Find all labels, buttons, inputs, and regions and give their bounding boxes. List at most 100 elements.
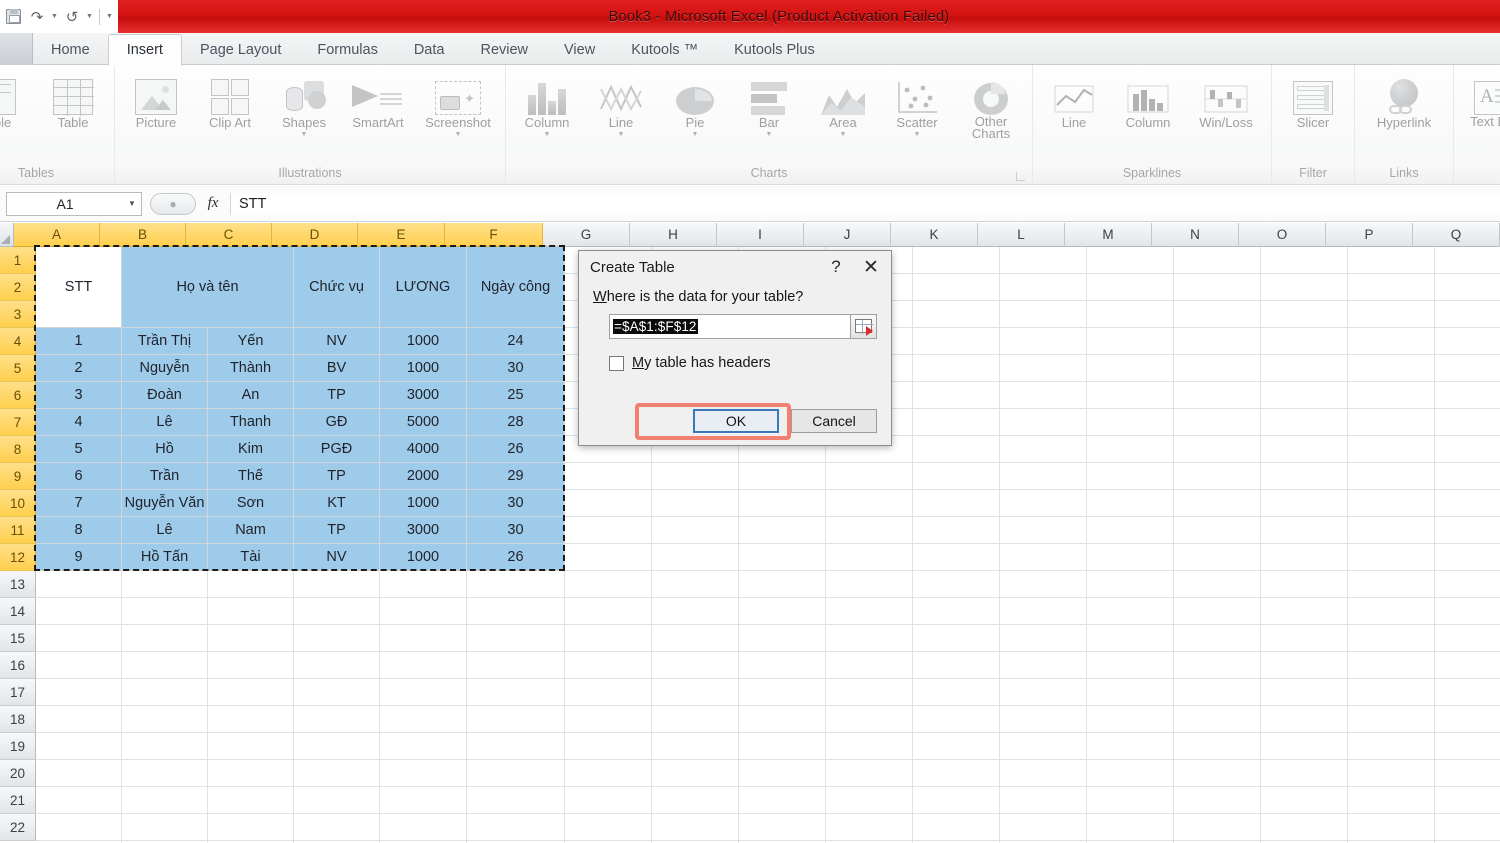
ribbon-button-column-chart[interactable]: Column ▼	[511, 69, 583, 139]
chevron-down-icon[interactable]: ▼	[618, 131, 625, 139]
tab-data[interactable]: Data	[396, 35, 463, 65]
row-header-8[interactable]: 8	[0, 436, 36, 463]
ribbon-button-line-chart[interactable]: Line ▼	[585, 69, 657, 139]
cell-D11[interactable]: TP	[294, 517, 380, 544]
ribbon-button-table[interactable]: Table	[37, 69, 109, 130]
column-header-O[interactable]: O	[1239, 223, 1326, 247]
tab-review[interactable]: Review	[462, 35, 546, 65]
cell-D10[interactable]: KT	[294, 490, 380, 517]
cell-E7[interactable]: 5000	[380, 409, 467, 436]
column-header-B[interactable]: B	[100, 223, 186, 247]
cell-A7[interactable]: 4	[36, 409, 122, 436]
cell-B12[interactable]: Hồ Tấn	[122, 544, 208, 571]
cell-D12[interactable]: NV	[294, 544, 380, 571]
cell-C7[interactable]: Thanh	[208, 409, 294, 436]
cell-D6[interactable]: TP	[294, 382, 380, 409]
cell-F7[interactable]: 28	[467, 409, 565, 436]
row-header-14[interactable]: 14	[0, 598, 36, 625]
cell-A4[interactable]: 1	[36, 328, 122, 355]
tab-page-layout[interactable]: Page Layout	[182, 35, 299, 65]
row-header-12[interactable]: 12	[0, 544, 36, 571]
tab-home[interactable]: Home	[33, 35, 108, 65]
ribbon-button-area-chart[interactable]: Area ▼	[807, 69, 879, 139]
tab-insert[interactable]: Insert	[107, 34, 182, 66]
row-header-9[interactable]: 9	[0, 463, 36, 490]
cell-E9[interactable]: 2000	[380, 463, 467, 490]
row-header-15[interactable]: 15	[0, 625, 36, 652]
ribbon-button-screenshot[interactable]: ✦ Screenshot ▼	[416, 69, 500, 139]
ok-button[interactable]: OK	[693, 409, 779, 433]
cell-F4[interactable]: 24	[467, 328, 565, 355]
ribbon-button-sparkline-winloss[interactable]: Win/Loss	[1186, 69, 1266, 130]
name-box[interactable]: A1 ▼	[6, 191, 142, 216]
row-header-21[interactable]: 21	[0, 787, 36, 814]
cell-C11[interactable]: Nam	[208, 517, 294, 544]
row-header-20[interactable]: 20	[0, 760, 36, 787]
ribbon-button-clipart[interactable]: Clip Art	[194, 69, 266, 130]
cell-D4[interactable]: NV	[294, 328, 380, 355]
cell-C8[interactable]: Kim	[208, 436, 294, 463]
customize-qat-icon[interactable]: ▼	[105, 6, 114, 28]
cell-D9[interactable]: TP	[294, 463, 380, 490]
column-header-H[interactable]: H	[630, 223, 717, 247]
column-header-L[interactable]: L	[978, 223, 1065, 247]
cell-F1-ngaycong[interactable]: Ngày công	[467, 247, 565, 328]
range-input[interactable]: =$A$1:$F$12	[609, 314, 851, 339]
chevron-down-icon[interactable]: ▼	[914, 131, 921, 139]
chevron-down-icon[interactable]: ▼	[766, 131, 773, 139]
row-header-2[interactable]: 2	[0, 274, 36, 301]
cell-F6[interactable]: 25	[467, 382, 565, 409]
cell-A11[interactable]: 8	[36, 517, 122, 544]
ribbon-button-sparkline-column[interactable]: Column	[1112, 69, 1184, 130]
range-select-icon[interactable]	[851, 314, 877, 339]
cell-B8[interactable]: Hồ	[122, 436, 208, 463]
cell-E1-luong[interactable]: LƯƠNG	[380, 247, 467, 328]
column-header-F[interactable]: F	[445, 223, 543, 247]
cell-B7[interactable]: Lê	[122, 409, 208, 436]
checkbox-box[interactable]	[609, 355, 624, 371]
column-header-K[interactable]: K	[891, 223, 978, 247]
tab-kutools[interactable]: Kutools ™	[613, 35, 716, 65]
cancel-button[interactable]: Cancel	[791, 409, 877, 433]
file-tab[interactable]	[0, 33, 33, 65]
row-header-6[interactable]: 6	[0, 382, 36, 409]
cell-A6[interactable]: 3	[36, 382, 122, 409]
cell-E8[interactable]: 4000	[380, 436, 467, 463]
column-header-G[interactable]: G	[543, 223, 630, 247]
cell-E11[interactable]: 3000	[380, 517, 467, 544]
cell-D5[interactable]: BV	[294, 355, 380, 382]
chevron-down-icon[interactable]: ▼	[455, 131, 462, 139]
ribbon-button-slicer[interactable]: Slicer	[1277, 69, 1349, 130]
help-icon[interactable]: ?	[821, 257, 851, 277]
row-header-13[interactable]: 13	[0, 571, 36, 598]
tab-view[interactable]: View	[546, 35, 613, 65]
cell-C10[interactable]: Sơn	[208, 490, 294, 517]
cell-B9[interactable]: Trần	[122, 463, 208, 490]
tab-kutools-plus[interactable]: Kutools Plus	[716, 35, 833, 65]
row-header-3[interactable]: 3	[0, 301, 36, 328]
cell-E4[interactable]: 1000	[380, 328, 467, 355]
ribbon-button-scatter-chart[interactable]: Scatter ▼	[881, 69, 953, 139]
cell-F10[interactable]: 30	[467, 490, 565, 517]
cell-A5[interactable]: 2	[36, 355, 122, 382]
close-icon[interactable]: ✕	[851, 256, 891, 279]
ribbon-button-pie-chart[interactable]: Pie ▼	[659, 69, 731, 139]
cell-C12[interactable]: Tài	[208, 544, 294, 571]
insert-function-icon[interactable]: fx	[196, 195, 230, 212]
row-header-10[interactable]: 10	[0, 490, 36, 517]
row-header-17[interactable]: 17	[0, 679, 36, 706]
ribbon-button-bar-chart[interactable]: Bar ▼	[733, 69, 805, 139]
cell-E12[interactable]: 1000	[380, 544, 467, 571]
cell-D8[interactable]: PGĐ	[294, 436, 380, 463]
chevron-down-icon[interactable]: ▼	[301, 131, 308, 139]
cell-B1-hovaten[interactable]: Họ và tên	[122, 247, 294, 328]
redo-icon[interactable]: ↺	[61, 6, 83, 28]
column-header-P[interactable]: P	[1326, 223, 1413, 247]
cell-F5[interactable]: 30	[467, 355, 565, 382]
create-table-dialog[interactable]: Create Table ? ✕ Where is the data for y…	[578, 250, 892, 446]
redo-dropdown-icon[interactable]: ▼	[85, 6, 94, 28]
tab-formulas[interactable]: Formulas	[299, 35, 395, 65]
column-header-M[interactable]: M	[1065, 223, 1152, 247]
column-header-I[interactable]: I	[717, 223, 804, 247]
chevron-down-icon[interactable]: ▼	[544, 131, 551, 139]
